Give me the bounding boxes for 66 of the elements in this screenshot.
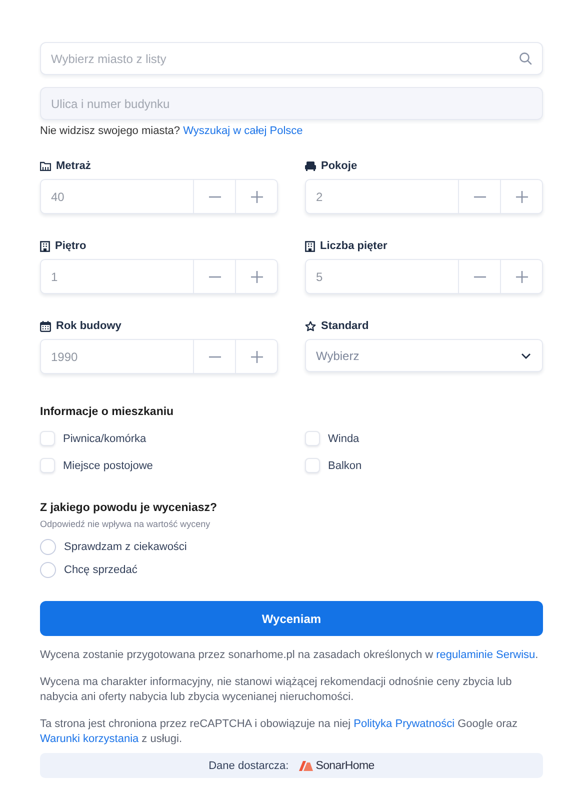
chevron-down-icon — [521, 352, 531, 358]
radio-button[interactable] — [40, 562, 56, 578]
question-hint: Odpowiedź nie wpływa na wartość wyceny — [40, 519, 212, 529]
field-label: Liczba pięter — [320, 240, 388, 252]
search-icon — [519, 52, 532, 65]
terms-link[interactable]: Polityka Prywatności — [354, 718, 455, 730]
city-hint-text: Nie widzisz swojego miasta? Wyszukaj w całej Polsce — [40, 125, 304, 137]
number-input[interactable]: 1 — [41, 260, 193, 293]
minus-icon — [208, 196, 220, 198]
radio-label: Chcę sprzedać — [64, 564, 138, 576]
checkbox-label: Miejsce postojowe — [63, 460, 153, 472]
checkbox[interactable] — [305, 431, 320, 446]
number-stepper[interactable]: 5 — [305, 259, 543, 294]
number-input[interactable]: 40 — [41, 180, 193, 213]
number-input[interactable]: 2 — [306, 180, 458, 213]
calendar-icon — [40, 320, 51, 332]
number-stepper[interactable]: 1990 — [40, 339, 278, 374]
field-label: Standard — [321, 320, 369, 332]
plus-icon — [516, 270, 528, 282]
question-title: Z jakiego powodu je wyceniasz? — [40, 502, 218, 514]
minus-icon — [208, 276, 220, 278]
disclaimer-text: Ta strona jest chroniona przez reCAPTCHA i obowiązuje na niej Polityka Prywatności Google oraz Warunki korzystania z usługi. — [40, 717, 519, 747]
section-title: Informacje o mieszkaniu — [40, 406, 175, 418]
disclaimer-text: Wycena ma charakter informacyjny, nie stanowi wiążącej rekomendacji odnośnie ceny zbycia lub nabycia ani oferty nabycia lub zbycia wycenianej nieruchomości. — [40, 675, 513, 705]
star-icon — [305, 320, 316, 332]
armchair-icon — [305, 161, 316, 171]
provider-label: Dane dostarcza: — [208, 760, 289, 772]
field-label: Piętro — [55, 240, 86, 252]
radio-button[interactable] — [40, 539, 56, 555]
checkbox[interactable] — [40, 458, 55, 473]
plus-icon — [516, 190, 528, 202]
number-stepper[interactable]: 40 — [40, 179, 278, 214]
minus-icon — [474, 276, 486, 278]
checkbox-label: Balkon — [328, 460, 362, 472]
field-label: Rok budowy — [56, 320, 122, 332]
checkbox[interactable] — [305, 458, 320, 473]
minus-icon — [208, 356, 220, 358]
field-label: Pokoje — [321, 160, 358, 172]
disclaimer-text: Wycena zostanie przygotowana przez sonarhome.pl na zasadach określonych w regulaminie Serwisu. — [40, 648, 540, 663]
radio-label: Sprawdzam z ciekawości — [64, 541, 187, 553]
plus-icon — [250, 190, 262, 202]
search-all-poland-link[interactable]: Wyszukaj w całej Polsce — [183, 125, 303, 137]
terms-link[interactable]: Warunki korzystania — [40, 733, 139, 745]
street-input[interactable]: Ulica i numer budynku — [51, 96, 532, 110]
checkbox-label: Winda — [328, 432, 360, 444]
field-label: Metraż — [56, 160, 91, 172]
folder-icon — [40, 161, 51, 171]
number-stepper[interactable]: 2 — [305, 179, 543, 214]
city-input[interactable]: Wybierz miasto z listy — [51, 52, 519, 66]
checkbox-label: Piwnica/komórka — [63, 432, 146, 444]
logo-icon — [298, 760, 313, 770]
city-search-field[interactable]: Wybierz miasto z listy — [40, 42, 543, 75]
street-field[interactable]: Ulica i numer budynku — [40, 87, 543, 120]
number-input[interactable]: 5 — [306, 260, 458, 293]
checkbox[interactable] — [40, 431, 55, 446]
minus-icon — [474, 196, 486, 198]
plus-icon — [250, 350, 262, 362]
terms-link[interactable]: regulaminie Serwisu — [436, 649, 536, 661]
building-icon — [40, 240, 50, 252]
submit-button[interactable]: Wyceniam — [40, 601, 543, 636]
number-stepper[interactable]: 1 — [40, 259, 278, 294]
logo-text: SonarHome — [316, 760, 374, 772]
number-input[interactable]: 1990 — [41, 340, 193, 373]
standard-dropdown[interactable]: Wybierz — [305, 339, 543, 372]
plus-icon — [250, 270, 262, 282]
building-icon — [305, 240, 315, 252]
